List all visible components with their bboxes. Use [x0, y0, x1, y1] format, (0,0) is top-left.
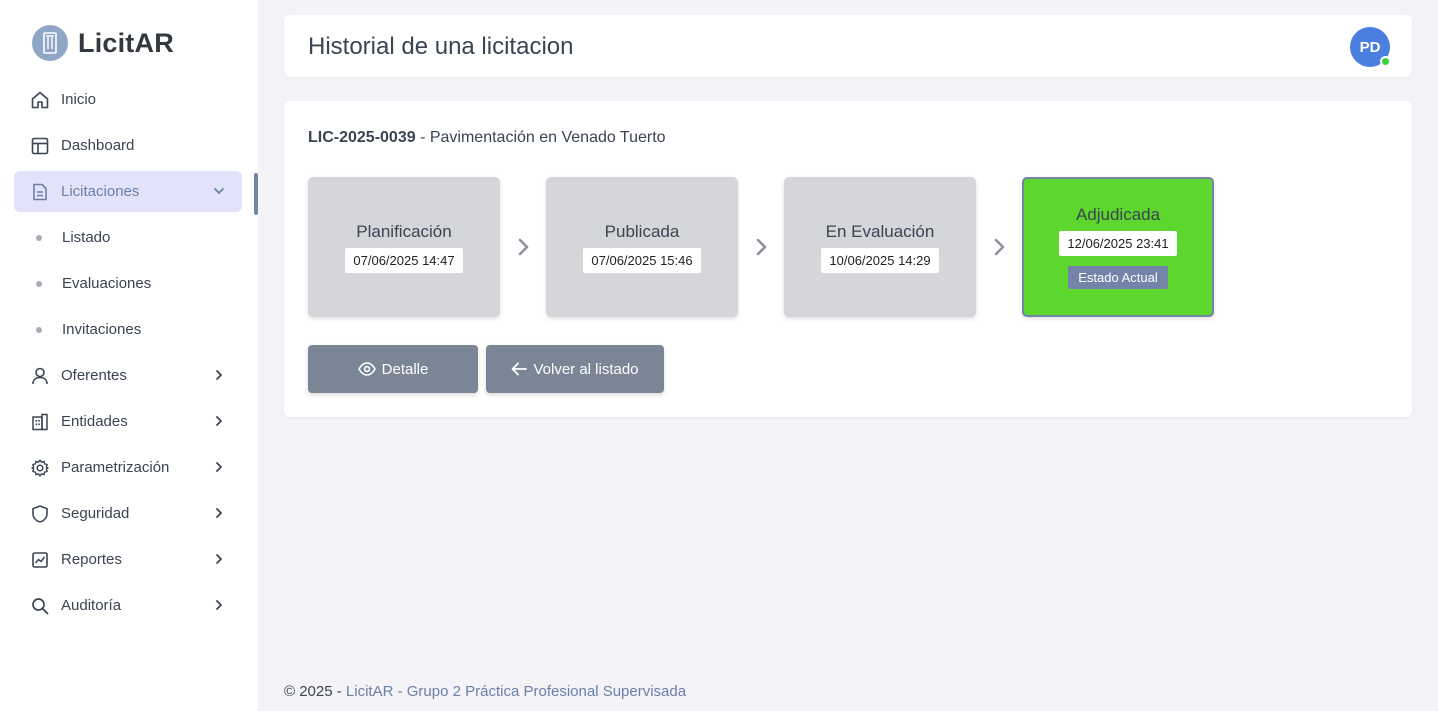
sidebar-item-label: Dashboard — [61, 137, 135, 154]
chevron-right-icon — [212, 552, 226, 566]
arrow-left-icon — [511, 362, 528, 376]
back-button-label: Volver al listado — [533, 360, 639, 378]
brand-logo-icon — [32, 25, 68, 61]
sidebar-item-label: Licitaciones — [61, 183, 140, 200]
step-name: Publicada — [604, 221, 680, 241]
step-date: 12/06/2025 23:41 — [1059, 231, 1177, 256]
eye-icon — [357, 362, 376, 376]
brand-name: LicitAR — [78, 27, 174, 58]
chevron-right-icon — [212, 368, 226, 382]
step-date: 07/06/2025 14:47 — [345, 247, 463, 273]
sidebar-item-label: Auditoría — [61, 597, 122, 614]
step-name: Adjudicada — [1075, 205, 1161, 224]
sidebar-item-label: Reportes — [61, 551, 122, 568]
page-header: Historial de una licitacion PD — [284, 15, 1412, 77]
chevron-right-icon — [992, 237, 1008, 257]
sidebar-item-auditoria[interactable]: Auditoría — [14, 585, 242, 626]
chevron-right-icon — [516, 237, 532, 257]
history-card: LIC-2025-0039 - Pavimentación en Venado … — [284, 101, 1412, 417]
detail-button[interactable]: Detalle — [308, 345, 478, 393]
active-indicator — [254, 173, 258, 215]
sidebar: LicitAR Inicio Dashboard Licitaciones Li… — [0, 0, 258, 711]
step-publicada: Publicada 07/06/2025 15:46 — [546, 177, 738, 317]
step-name: En Evaluación — [825, 221, 935, 241]
sidebar-item-entidades[interactable]: Entidades — [14, 401, 242, 442]
chevron-right-icon — [212, 460, 226, 474]
sidebar-item-licitaciones[interactable]: Licitaciones — [14, 171, 242, 212]
step-date: 10/06/2025 14:29 — [821, 247, 939, 273]
chevron-right-icon — [212, 414, 226, 428]
chevron-right-icon — [212, 598, 226, 612]
sidebar-subitem-label: Invitaciones — [62, 321, 142, 338]
chart-icon — [30, 550, 50, 570]
search-icon — [30, 596, 50, 616]
building-icon — [30, 412, 50, 432]
licitacion-separator: - — [415, 129, 430, 146]
bullet-icon — [36, 280, 42, 287]
chevron-right-icon — [212, 506, 226, 520]
sidebar-item-label: Entidades — [61, 413, 128, 430]
sidebar-subitem-evaluaciones[interactable]: Evaluaciones — [14, 263, 242, 304]
user-icon — [30, 366, 50, 386]
footer-link[interactable]: LicitAR - Grupo 2 Práctica Profesional S… — [346, 683, 686, 700]
avatar-initials: PD — [1359, 38, 1381, 56]
footer: © 2025 - LicitAR - Grupo 2 Práctica Prof… — [284, 683, 686, 700]
sidebar-item-label: Oferentes — [61, 367, 127, 384]
bullet-icon — [36, 326, 42, 333]
sidebar-item-oferentes[interactable]: Oferentes — [14, 355, 242, 396]
sidebar-item-seguridad[interactable]: Seguridad — [14, 493, 242, 534]
home-icon — [30, 90, 50, 110]
step-planificacion: Planificación 07/06/2025 14:47 — [308, 177, 500, 317]
back-to-list-button[interactable]: Volver al listado — [486, 345, 664, 393]
current-status-badge: Estado Actual — [1068, 266, 1168, 289]
sidebar-subitem-label: Listado — [62, 229, 111, 246]
licitacion-code: LIC-2025-0039 — [308, 129, 416, 146]
sidebar-item-label: Parametrización — [61, 459, 170, 476]
detail-button-label: Detalle — [381, 360, 429, 378]
sidebar-subitem-listado[interactable]: Listado — [14, 217, 242, 258]
gear-icon — [30, 458, 50, 478]
bullet-icon — [36, 234, 42, 241]
licitacion-name: Pavimentación en Venado Tuerto — [429, 129, 666, 146]
avatar[interactable]: PD — [1350, 27, 1391, 67]
sidebar-item-dashboard[interactable]: Dashboard — [14, 125, 242, 166]
chevron-right-icon — [754, 237, 770, 257]
brand[interactable]: LicitAR — [32, 25, 174, 61]
sidebar-item-parametrizacion[interactable]: Parametrización — [14, 447, 242, 488]
sidebar-menu: Inicio Dashboard Licitaciones Listado Ev… — [14, 79, 242, 631]
sidebar-subitem-invitaciones[interactable]: Invitaciones — [14, 309, 242, 350]
sidebar-subitem-label: Evaluaciones — [62, 275, 152, 292]
sidebar-item-label: Inicio — [61, 91, 97, 108]
document-icon — [30, 182, 50, 202]
step-en-evaluacion: En Evaluación 10/06/2025 14:29 — [784, 177, 976, 317]
sidebar-item-label: Seguridad — [61, 505, 130, 522]
step-name: Planificación — [356, 221, 452, 241]
step-date: 07/06/2025 15:46 — [583, 247, 701, 273]
sidebar-item-reportes[interactable]: Reportes — [14, 539, 242, 580]
online-status-dot — [1380, 56, 1391, 67]
sidebar-item-inicio[interactable]: Inicio — [14, 79, 242, 120]
shield-icon — [30, 504, 50, 524]
footer-copyright: © 2025 - — [284, 683, 346, 700]
page-title: Historial de una licitacion — [308, 33, 574, 60]
licitacion-heading: LIC-2025-0039 - Pavimentación en Venado … — [308, 129, 666, 147]
chevron-down-icon — [212, 184, 226, 198]
step-adjudicada: Adjudicada 12/06/2025 23:41 Estado Actua… — [1022, 177, 1214, 317]
dashboard-icon — [30, 136, 50, 156]
